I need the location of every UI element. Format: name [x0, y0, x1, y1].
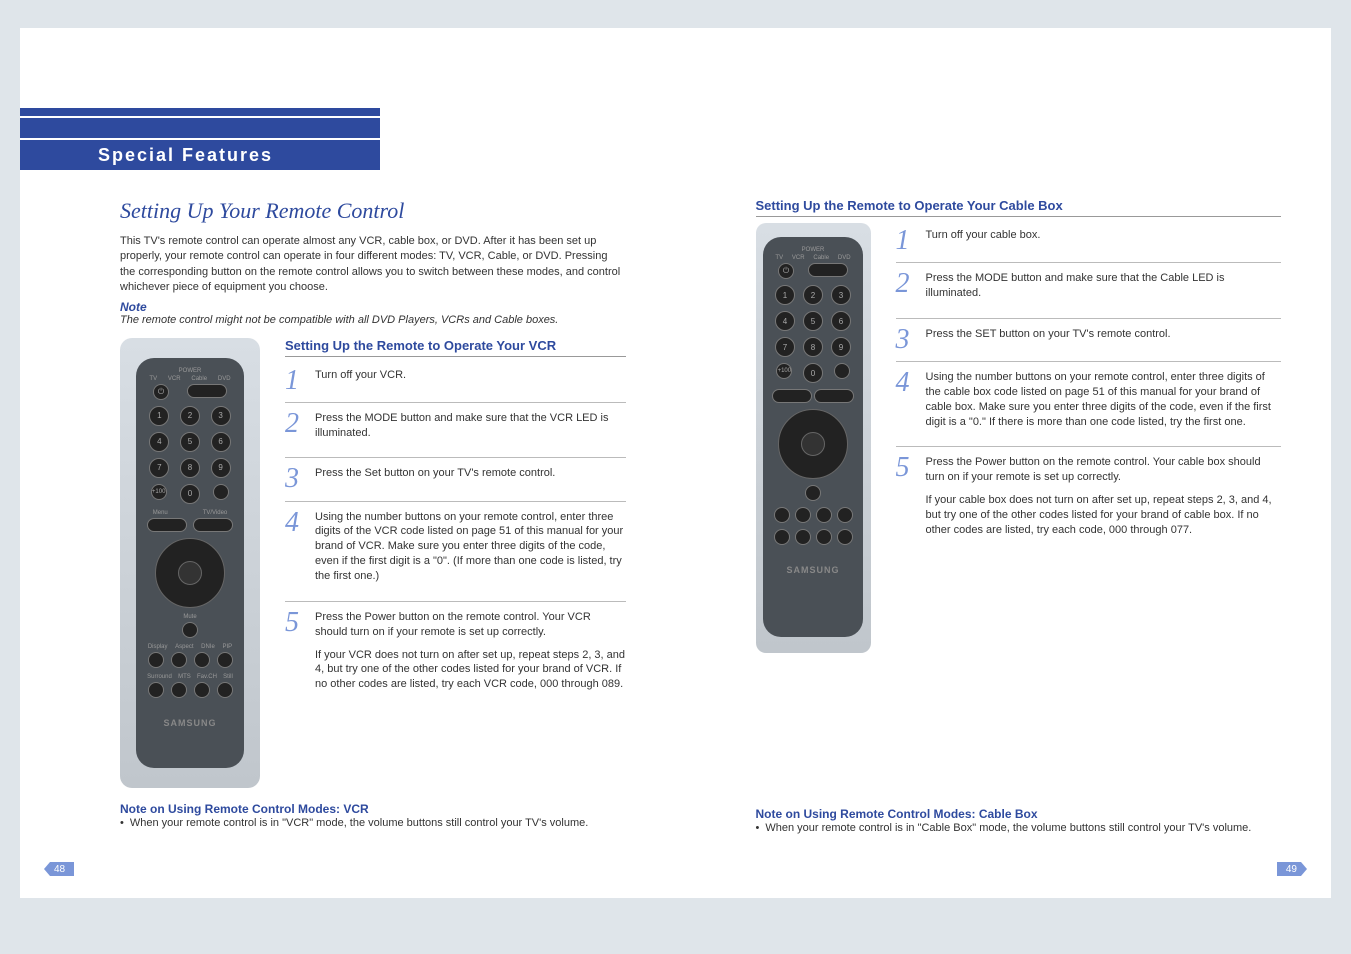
page-number-right: 49	[1277, 862, 1301, 876]
step-1: 1 Turn off your cable box.	[896, 223, 1282, 263]
power-button-icon: ⏻	[153, 384, 169, 400]
power-label: POWER	[179, 368, 202, 374]
cable-steps: 1 Turn off your cable box. 2 Press the M…	[896, 223, 1282, 653]
chapter-heading: Special Features	[20, 140, 380, 170]
step-4: 4 Using the number buttons on your remot…	[896, 365, 1282, 447]
mute-button	[182, 622, 198, 638]
page-left: Special Features Setting Up Your Remote …	[20, 28, 676, 898]
note-text: The remote control might not be compatib…	[120, 314, 626, 326]
step-5: 5 Press the Power button on the remote c…	[285, 605, 626, 709]
step-3: 3 Press the Set button on your TV's remo…	[285, 461, 626, 501]
intro-paragraph: This TV's remote control can operate alm…	[120, 234, 626, 296]
vcr-footnote-title: Note on Using Remote Control Modes: VCR	[120, 802, 626, 816]
step-1: 1 Turn off your VCR.	[285, 363, 626, 403]
vcr-footnote-text: When your remote control is in "VCR" mod…	[120, 816, 626, 831]
cable-footnote-title: Note on Using Remote Control Modes: Cabl…	[756, 807, 1282, 821]
power-button-icon: ⏻	[778, 263, 794, 279]
page-number-left: 48	[50, 862, 74, 876]
menu-button	[147, 518, 187, 532]
vcr-steps: Setting Up the Remote to Operate Your VC…	[285, 338, 626, 788]
note-label: Note	[120, 300, 626, 314]
step-2: 2 Press the MODE button and make sure th…	[285, 406, 626, 459]
cable-subheading: Setting Up the Remote to Operate Your Ca…	[756, 198, 1282, 217]
manual-spread: Special Features Setting Up Your Remote …	[20, 28, 1331, 898]
dpad	[155, 538, 225, 608]
cable-footnote-text: When your remote control is in "Cable Bo…	[756, 821, 1282, 836]
step-5: 5 Press the Power button on the remote c…	[896, 450, 1282, 554]
page-right: Setting Up the Remote to Operate Your Ca…	[676, 28, 1332, 898]
mode-slider	[187, 384, 227, 398]
step-2: 2 Press the MODE button and make sure th…	[896, 266, 1282, 319]
step-4: 4 Using the number buttons on your remot…	[285, 505, 626, 602]
samsung-logo: SAMSUNG	[144, 718, 236, 728]
step-3: 3 Press the SET button on your TV's remo…	[896, 322, 1282, 362]
remote-illustration: POWER TV VCR Cable DVD ⏻ 123 456 789	[120, 338, 260, 788]
vcr-subheading: Setting Up the Remote to Operate Your VC…	[285, 338, 626, 357]
remote-illustration-cable: POWER TV VCR Cable DVD ⏻ 123 456 789 +10…	[756, 223, 871, 653]
section-title: Setting Up Your Remote Control	[120, 198, 626, 224]
